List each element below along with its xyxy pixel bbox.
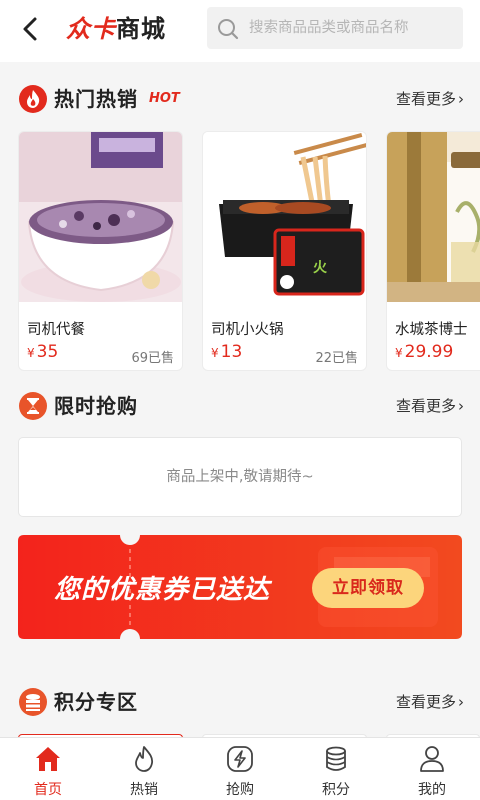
svg-text:火: 火 bbox=[313, 260, 328, 276]
product-name: 水城茶博士 bbox=[395, 322, 468, 338]
flash-section-header: 限时抢购 查看更多 › bbox=[0, 387, 480, 427]
search-icon bbox=[218, 19, 239, 40]
section-title: 限时抢购 bbox=[54, 394, 138, 418]
hot-section-header: 热门热销 HOT 查看更多 › bbox=[0, 80, 480, 120]
bottom-tab-bar: 首页 热销 抢购 积分 我的 bbox=[0, 737, 480, 800]
product-price: ¥13 bbox=[211, 342, 242, 362]
tab-points[interactable]: 积分 bbox=[288, 738, 384, 800]
product-image: 火 bbox=[203, 132, 366, 302]
coupon-banner[interactable]: 您的优惠券已送达 立即领取 bbox=[18, 535, 462, 639]
view-more-label: 查看更多 bbox=[395, 397, 456, 415]
tab-profile[interactable]: 我的 bbox=[384, 738, 480, 800]
currency-symbol: ¥ bbox=[395, 346, 403, 360]
user-icon bbox=[420, 746, 444, 772]
price-value: 13 bbox=[220, 342, 243, 362]
tab-label: 抢购 bbox=[226, 782, 254, 798]
product-card[interactable]: 水城茶博士 ¥29.99 bbox=[386, 131, 480, 371]
tab-flash-sale[interactable]: 抢购 bbox=[192, 738, 288, 800]
chevron-right-icon: › bbox=[458, 397, 464, 415]
view-more-label: 查看更多 bbox=[395, 693, 456, 711]
chevron-right-icon: › bbox=[458, 693, 464, 711]
flash-sale-empty-state: 商品上架中,敬请期待~ bbox=[18, 437, 462, 517]
search-input[interactable]: 搜索商品品类或商品名称 bbox=[207, 7, 463, 49]
chevron-right-icon: › bbox=[458, 90, 464, 108]
brand-part1: 众卡 bbox=[66, 15, 116, 43]
tab-label: 首页 bbox=[34, 782, 62, 798]
hourglass-icon bbox=[19, 392, 47, 420]
currency-symbol: ¥ bbox=[27, 346, 35, 360]
currency-symbol: ¥ bbox=[211, 346, 219, 360]
points-section-header: 积分专区 查看更多 › bbox=[0, 683, 480, 723]
flame-icon bbox=[19, 85, 47, 113]
product-card[interactable]: 司机代餐 ¥35 69已售 bbox=[18, 131, 183, 371]
hot-product-list: 司机代餐 ¥35 69已售 火 司机小火锅 ¥13 22已售 水城茶博士 ¥ 2… bbox=[18, 131, 480, 371]
coins-icon bbox=[326, 746, 346, 771]
coupon-banner-text: 您的优惠券已送达 bbox=[54, 575, 271, 605]
view-more-link[interactable]: 查看更多 › bbox=[396, 687, 464, 717]
sold-count: 22已售 bbox=[315, 351, 358, 366]
view-more-link[interactable]: 查看更多 › bbox=[396, 84, 464, 114]
lightning-icon bbox=[227, 746, 253, 772]
product-image bbox=[387, 132, 480, 302]
tab-label: 我的 bbox=[418, 782, 446, 798]
tab-home[interactable]: 首页 bbox=[0, 738, 96, 800]
product-name: 司机小火锅 bbox=[211, 322, 284, 338]
tab-hot[interactable]: 热销 bbox=[96, 738, 192, 800]
flame-icon bbox=[135, 746, 154, 772]
product-card[interactable]: 火 司机小火锅 ¥13 22已售 bbox=[202, 131, 367, 371]
price-value: 29.99 bbox=[404, 342, 454, 362]
home-icon bbox=[36, 747, 60, 771]
section-title: 热门热销 bbox=[54, 87, 138, 111]
tab-label: 热销 bbox=[130, 782, 158, 798]
price-value: 35 bbox=[36, 342, 59, 362]
product-price: ¥35 bbox=[27, 342, 58, 362]
view-more-link[interactable]: 查看更多 › bbox=[396, 391, 464, 421]
sold-count: 69已售 bbox=[131, 351, 174, 366]
top-header: 众卡商城 搜索商品品类或商品名称 bbox=[0, 0, 480, 62]
chevron-left-icon bbox=[23, 17, 37, 41]
product-image bbox=[19, 132, 182, 302]
product-name: 司机代餐 bbox=[27, 322, 85, 338]
back-button[interactable] bbox=[18, 14, 44, 44]
coins-icon bbox=[19, 688, 47, 716]
hot-badge: HOT bbox=[149, 91, 180, 106]
mall-home-page: 众卡商城 搜索商品品类或商品名称 热门热销 HOT 查看更多 › 司机代餐 ¥ … bbox=[0, 0, 480, 800]
tab-label: 积分 bbox=[322, 782, 350, 798]
product-price: ¥29.99 bbox=[395, 342, 453, 362]
claim-coupon-button[interactable]: 立即领取 bbox=[312, 568, 424, 608]
brand-logo: 众卡商城 bbox=[66, 12, 166, 46]
brand-part2: 商城 bbox=[116, 15, 166, 43]
section-title: 积分专区 bbox=[54, 690, 138, 714]
view-more-label: 查看更多 bbox=[395, 90, 456, 108]
search-placeholder: 搜索商品品类或商品名称 bbox=[249, 20, 409, 36]
